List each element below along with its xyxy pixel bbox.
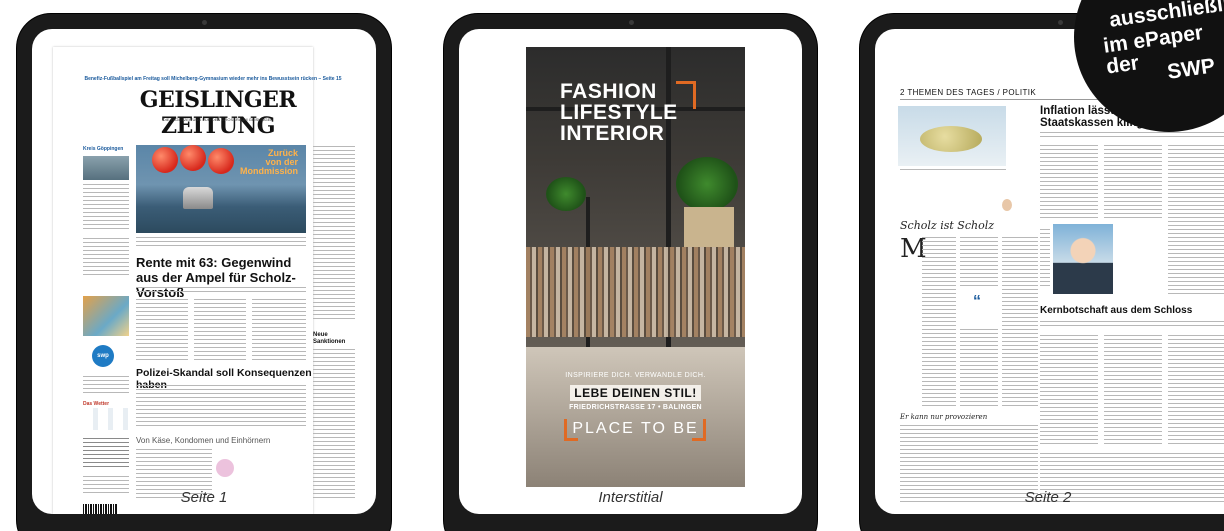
article-column xyxy=(1168,335,1224,445)
caption-seite-2: Seite 2 xyxy=(1024,489,1072,506)
right-column xyxy=(313,146,355,321)
section-title: 2 THEMEN DES TAGES / POLITIK xyxy=(900,88,1037,97)
second-headline[interactable]: Kernbotschaft aus dem Schloss xyxy=(1040,305,1224,316)
illustration-badge xyxy=(216,459,234,477)
ad-headline: FASHION LIFESTYLE INTERIOR xyxy=(560,80,678,145)
accent-bracket xyxy=(692,419,706,441)
tablet-seite-1[interactable]: Benefiz-Fußballspiel am Freitag soll Mic… xyxy=(17,14,391,531)
article-column xyxy=(1040,335,1098,445)
second-intro xyxy=(1040,321,1224,329)
tablet-screen: FASHION LIFESTYLE INTERIOR INSPIRIERE DI… xyxy=(459,29,802,514)
text-block xyxy=(83,376,129,396)
photo-caption xyxy=(136,237,306,249)
article-column xyxy=(194,299,246,361)
zeppelin xyxy=(920,126,982,152)
balloon xyxy=(180,145,206,171)
swp-logo: swp xyxy=(92,345,114,367)
fashion-ad[interactable]: FASHION LIFESTYLE INTERIOR INSPIRIERE DI… xyxy=(526,47,745,487)
camera-dot xyxy=(202,20,207,25)
clothing-racks xyxy=(526,247,745,337)
moon-mission-photo: Zurück von der Mondmission xyxy=(136,145,306,233)
caption-seite-1: Seite 1 xyxy=(180,489,228,506)
author-photo xyxy=(1002,199,1012,211)
lead-intro xyxy=(1040,132,1224,140)
planter xyxy=(684,207,734,247)
commentary-text xyxy=(960,237,998,289)
plant xyxy=(546,177,586,211)
article-column xyxy=(1168,145,1224,295)
epaper-showcase: Benefiz-Fußballspiel am Freitag soll Mic… xyxy=(0,0,1224,531)
ad-claim: PLACE TO BE xyxy=(572,420,699,437)
politician-portrait xyxy=(1053,224,1113,294)
lead-intro xyxy=(136,287,306,295)
masthead: GEISLINGER ZEITUNG xyxy=(139,87,297,139)
right-column-text xyxy=(313,349,355,499)
capsule xyxy=(183,187,213,209)
article-text xyxy=(136,385,306,429)
third-headline[interactable]: Von Käse, Kondomen und Einhörnern xyxy=(136,436,276,445)
text-block xyxy=(83,184,129,232)
masthead-subtitle: DIE TAGESZEITUNG FÜR DEN GROSSRAUM GEISL… xyxy=(162,117,274,122)
camera-dot xyxy=(628,20,634,25)
cartoon xyxy=(898,106,1006,166)
commentary-text xyxy=(960,329,998,407)
text-block xyxy=(83,238,129,278)
left-column: Kreis Göppingen Das Wetter xyxy=(83,146,129,514)
right-teaser[interactable]: Neue Sanktionen xyxy=(313,332,345,346)
article-column xyxy=(1040,145,1098,221)
balloon xyxy=(208,148,234,174)
plant xyxy=(676,157,738,211)
weather-widget xyxy=(83,408,129,430)
tablet-screen: Benefiz-Fußballspiel am Freitag soll Mic… xyxy=(32,29,376,514)
camera-dot xyxy=(1058,20,1063,25)
commentary-title[interactable]: Scholz ist Scholz xyxy=(900,219,994,232)
caption-interstitial: Interstitial xyxy=(598,489,663,506)
commentary-title-2[interactable]: Er kann nur provozieren xyxy=(900,413,987,421)
ad-tagline: INSPIRIERE DICH. VERWANDLE DICH. xyxy=(565,372,706,379)
store-floor xyxy=(526,347,745,487)
article-column xyxy=(252,299,306,361)
tablet-interstitial[interactable]: FASHION LIFESTYLE INTERIOR INSPIRIERE DI… xyxy=(444,14,817,531)
article-column xyxy=(136,299,188,361)
teaser-line: Benefiz-Fußballspiel am Freitag soll Mic… xyxy=(84,76,342,82)
thumb-photo xyxy=(83,156,129,180)
cartoon-caption xyxy=(900,169,1006,173)
accent-bracket xyxy=(676,81,696,109)
local-label: Kreis Göppingen xyxy=(83,146,124,152)
article-column xyxy=(1104,335,1162,445)
quote-icon: “ xyxy=(973,293,981,310)
commentary-text xyxy=(922,237,956,407)
portrait-caption xyxy=(1040,229,1050,289)
ad-slogan: LEBE DEINEN STIL! xyxy=(526,384,745,402)
ad-address: FRIEDRICHSTRASSE 17 • BALINGEN xyxy=(569,404,702,411)
weather-label: Das Wetter xyxy=(83,401,110,407)
commentary-text xyxy=(1002,237,1038,407)
photo-headline: Zurück von der Mondmission xyxy=(240,148,298,176)
article-column xyxy=(1104,145,1162,221)
balloon xyxy=(152,147,178,173)
text-block xyxy=(83,438,129,468)
thumb-photo xyxy=(83,296,129,336)
